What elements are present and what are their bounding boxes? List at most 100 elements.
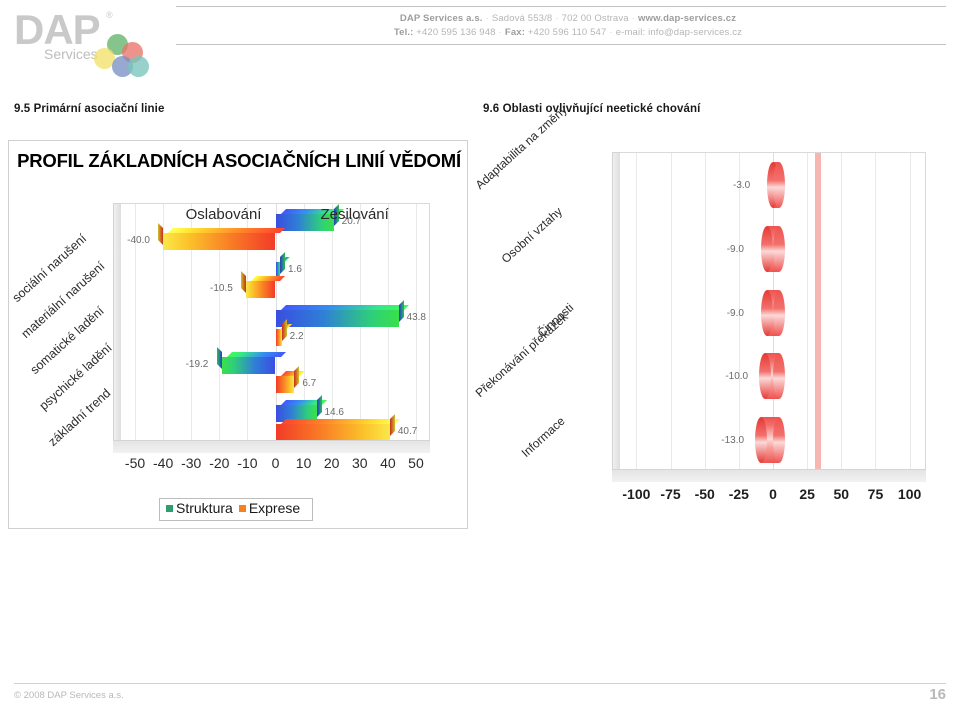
bar-front-face (246, 280, 276, 298)
bar-front-face (163, 233, 276, 250)
section-heading-9-6: 9.6 Oblasti ovlivňující neetické chování (483, 103, 701, 115)
legend-swatch-struktura (166, 505, 173, 512)
cylinder-bar-0 (767, 161, 785, 208)
bar-value-label: -10.5 (210, 282, 233, 294)
section-heading-9-5: 9.5 Primární asociační linie (14, 103, 165, 115)
bar-exprese-0 (158, 223, 286, 250)
bar-front-face (275, 376, 295, 394)
bar-value-label: 43.8 (406, 311, 426, 323)
bar-value-label: -19.2 (185, 359, 209, 371)
chart-title: PROFIL ZÁKLADNÍCH ASOCIAČNÍCH LINIÍ VĚDO… (17, 150, 461, 171)
cylinder-bar-4 (755, 417, 785, 464)
email-label: e-mail: (615, 27, 646, 38)
cylinder-bar-2 (760, 289, 785, 336)
email-value[interactable]: info@dap-services.cz (648, 27, 742, 38)
gridline (807, 153, 809, 470)
category-label: materiální narušení (18, 258, 108, 341)
footer-rule (14, 683, 946, 684)
x-tick-label: 50 (408, 455, 424, 471)
gridline (670, 153, 672, 470)
plot-floor-right (612, 469, 926, 482)
gridline (841, 153, 843, 470)
plot-area-left: 20.7 -40.0 1.6 -10.5 43.8 2.2 -19.2 6.7 14.6 40.7… (113, 203, 430, 453)
bar-side-face (294, 366, 300, 389)
bar-front-face (275, 424, 390, 442)
bar-struktura-2 (275, 299, 409, 327)
category-label: Osobní vztahy (498, 204, 566, 266)
cylinder-value-label: -3.0 (733, 179, 751, 191)
cylinder-cap-right (772, 289, 785, 336)
chart-areas-influencing-unethical-behaviour: -3.0 -9.0 -9.0 -10.0 -13.0 -100 -75 -50 -25 0 25 5… (473, 103, 950, 518)
cylinder-cap-right (772, 225, 785, 272)
company-website[interactable]: www.dap-services.cz (638, 13, 736, 24)
cylinder-cap-left (760, 225, 773, 272)
x-tick-label: 100 (897, 486, 922, 502)
bar-exprese-4 (275, 414, 400, 442)
plot-back-wall-right: -3.0 -9.0 -9.0 -10.0 -13.0 (620, 152, 926, 471)
gridline (704, 153, 706, 470)
bar-value-label: 1.6 (287, 263, 302, 275)
bar-value-label: 40.7 (397, 426, 418, 438)
legend-item-exprese[interactable]: Exprese (238, 500, 301, 516)
footer-copyright: © 2008 DAP Services a.s. (14, 690, 124, 701)
gridline (909, 153, 911, 470)
header-rule-bottom (176, 44, 946, 45)
tel-value: +420 595 136 948 (416, 27, 496, 38)
bar-struktura-3 (216, 347, 286, 375)
company-city: 702 00 Ostrava (561, 13, 629, 24)
header-contact-info: DAP Services a.s. · Sadová 553/8 · 702 00 Os… (190, 12, 946, 40)
bar-value-label: 2.2 (289, 330, 304, 342)
logo-petal-teal-icon (128, 56, 149, 77)
company-address: Sadová 553/8 (491, 13, 553, 24)
registered-trademark-icon: ® (106, 10, 113, 20)
dap-logo: DAP ® Services (14, 6, 194, 77)
bar-side-face (316, 395, 322, 418)
bar-side-face (279, 251, 285, 274)
bar-value-label: 14.6 (324, 407, 344, 419)
chart-legend: Struktura Exprese (159, 498, 314, 521)
cylinder-value-label: -9.0 (726, 307, 744, 319)
gridline (875, 153, 877, 470)
plot-floor (113, 440, 430, 453)
cylinder-bar-3 (759, 353, 785, 400)
category-label: Informace (518, 413, 568, 460)
tel-label: Tel.: (393, 27, 414, 38)
company-name: DAP Services a.s. (399, 13, 483, 24)
bar-front-face (275, 328, 282, 346)
footer-page-number: 16 (929, 686, 946, 703)
bar-exprese-3 (275, 366, 305, 394)
bar-struktura-1 (275, 251, 290, 279)
logo-subtitle: Services (44, 46, 98, 62)
bar-exprese-1 (241, 270, 286, 298)
bar-struktura-4 (275, 395, 327, 423)
cylinder-cap-right (772, 353, 785, 400)
fax-value: +420 596 110 547 (527, 27, 607, 38)
bar-value-label: -40.0 (127, 235, 150, 246)
bar-side-face (398, 299, 404, 322)
cylinder-cap-left (760, 289, 773, 336)
contact-line-1: DAP Services a.s. · Sadová 553/8 · 702 00 Os… (399, 13, 737, 24)
bar-side-face (389, 414, 395, 437)
fax-label: Fax: (504, 27, 526, 38)
zone-label-reinforcing: Zesilování (320, 206, 389, 223)
category-label: Adaptabilita na změny (472, 102, 570, 192)
cylinder-value-label: -9.0 (726, 243, 744, 255)
page-header: DAP ® Services DAP Services a.s. · Sadová … (0, 0, 960, 78)
gridline (636, 153, 638, 470)
bar-exprese-2 (275, 318, 292, 346)
chart-primary-association-lines: PROFIL ZÁKLADNÍCH ASOCIAČNÍCH LINIÍ VĚDO… (8, 140, 468, 529)
bar-front-face (221, 357, 276, 375)
category-label: Překonávání překážek (472, 309, 571, 400)
cylinder-cap-right (773, 161, 785, 208)
plot-back-wall: 20.7 -40.0 1.6 -10.5 43.8 2.2 -19.2 6.7 14.6 40.7… (121, 203, 430, 442)
bar-front-face (275, 309, 399, 327)
cylinder-value-label: -13.0 (721, 435, 745, 447)
legend-label-exprese: Exprese (248, 500, 301, 516)
plot-area-right: -3.0 -9.0 -9.0 -10.0 -13.0 (612, 152, 926, 482)
contact-line-2: Tel.: +420 595 136 948 · Fax: +420 596 110… (393, 27, 743, 38)
cylinder-value-label: -10.0 (725, 371, 749, 383)
reference-line (815, 153, 822, 470)
legend-item-struktura[interactable]: Struktura (166, 500, 233, 516)
bar-side-face (281, 318, 287, 341)
legend-swatch-exprese (238, 505, 246, 512)
